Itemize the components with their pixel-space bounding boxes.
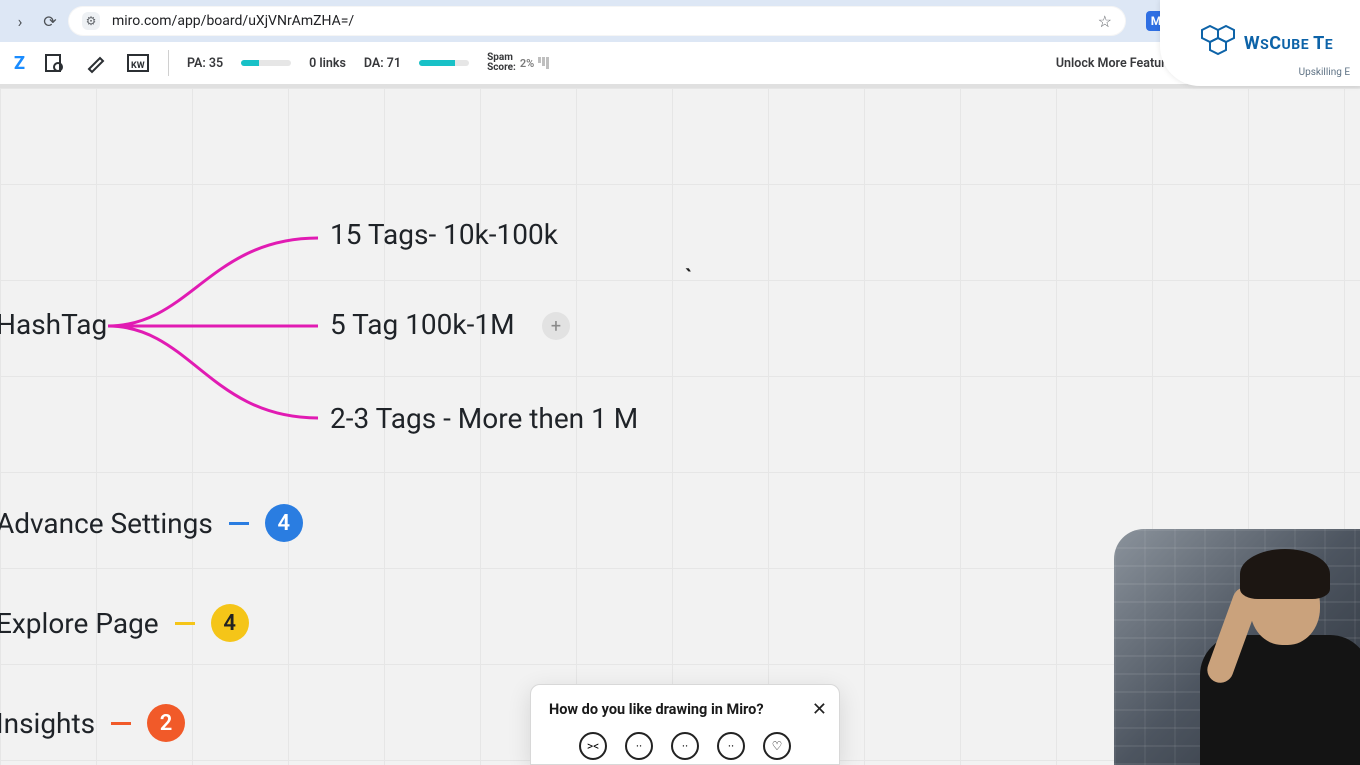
spam-histogram-icon: [538, 57, 549, 69]
links-label: 0 links: [309, 56, 346, 71]
feedback-face[interactable]: ··: [625, 732, 653, 760]
divider: [168, 50, 169, 76]
count-badge: 2: [147, 704, 185, 742]
mindmap-child-2[interactable]: 5 Tag 100k-1M: [330, 310, 515, 341]
row-advance-settings[interactable]: Advance Settings 4: [0, 504, 303, 542]
mindmap-child-1[interactable]: 15 Tags- 10k-100k: [330, 220, 558, 251]
site-settings-icon[interactable]: ⚙: [82, 12, 100, 30]
spam-value: 2%: [520, 57, 534, 70]
url-bar[interactable]: ⚙ miro.com/app/board/uXjVNrAmZHA=/ ☆: [68, 6, 1126, 36]
spam-label: Spam Score:: [487, 53, 516, 73]
refresh-button[interactable]: ⟳: [38, 9, 62, 33]
forward-button[interactable]: ›: [8, 9, 32, 33]
row-explore-page[interactable]: Explore Page 4: [0, 604, 249, 642]
row-insights[interactable]: Insights 2: [0, 704, 185, 742]
feedback-face[interactable]: ··: [671, 732, 699, 760]
row-label: Advance Settings: [0, 507, 213, 540]
url-text: miro.com/app/board/uXjVNrAmZHA=/: [112, 13, 1090, 29]
connector-line: [175, 622, 195, 625]
feedback-face[interactable]: ··: [717, 732, 745, 760]
moz-logo: Z: [14, 53, 24, 74]
chevron-right-icon: ›: [18, 12, 23, 31]
row-label: Explore Page: [0, 607, 159, 640]
da-meter: [419, 60, 469, 66]
connector-line: [111, 722, 131, 725]
mindmap-root[interactable]: HashTag: [0, 310, 107, 341]
wscube-watermark: WSCUBE TE Upskilling E: [1160, 0, 1360, 86]
pa-meter: [241, 60, 291, 66]
mozbar-toolbar: Z KW PA: 35 0 links DA: 71 Spam Score: 2…: [0, 42, 1360, 88]
feedback-question: How do you like drawing in Miro?: [549, 701, 821, 718]
feedback-popup: How do you like drawing in Miro? ✕ >< ·· ·…: [530, 684, 840, 765]
add-child-button[interactable]: +: [542, 312, 570, 340]
keyword-icon[interactable]: KW: [126, 51, 150, 75]
wscube-logo-icon: [1201, 24, 1239, 63]
wscube-tagline: Upskilling E: [1299, 67, 1350, 78]
browser-address-bar: › ⟳ ⚙ miro.com/app/board/uXjVNrAmZHA=/ ☆…: [0, 0, 1360, 42]
page-analysis-icon[interactable]: [42, 51, 66, 75]
refresh-icon: ⟳: [43, 12, 56, 31]
feedback-face[interactable]: ♡: [763, 732, 791, 760]
feedback-face[interactable]: ><: [579, 732, 607, 760]
presenter-webcam: [1114, 529, 1360, 765]
close-icon[interactable]: ✕: [812, 699, 827, 720]
mindmap-child-3[interactable]: 2-3 Tags - More then 1 M: [330, 404, 638, 435]
feedback-faces: >< ·· ·· ·· ♡: [549, 732, 821, 760]
highlighter-icon[interactable]: [84, 51, 108, 75]
row-label: Insights: [0, 707, 95, 740]
count-badge: 4: [211, 604, 249, 642]
da-label: DA: 71: [364, 56, 401, 71]
stray-mark: `: [685, 266, 692, 291]
miro-canvas[interactable]: HashTag 15 Tags- 10k-100k 5 Tag 100k-1M …: [0, 88, 1360, 765]
count-badge: 4: [265, 504, 303, 542]
bookmark-star-icon[interactable]: ☆: [1098, 12, 1112, 31]
svg-text:KW: KW: [131, 61, 145, 71]
connector-line: [229, 522, 249, 525]
pa-label: PA: 35: [187, 56, 223, 71]
